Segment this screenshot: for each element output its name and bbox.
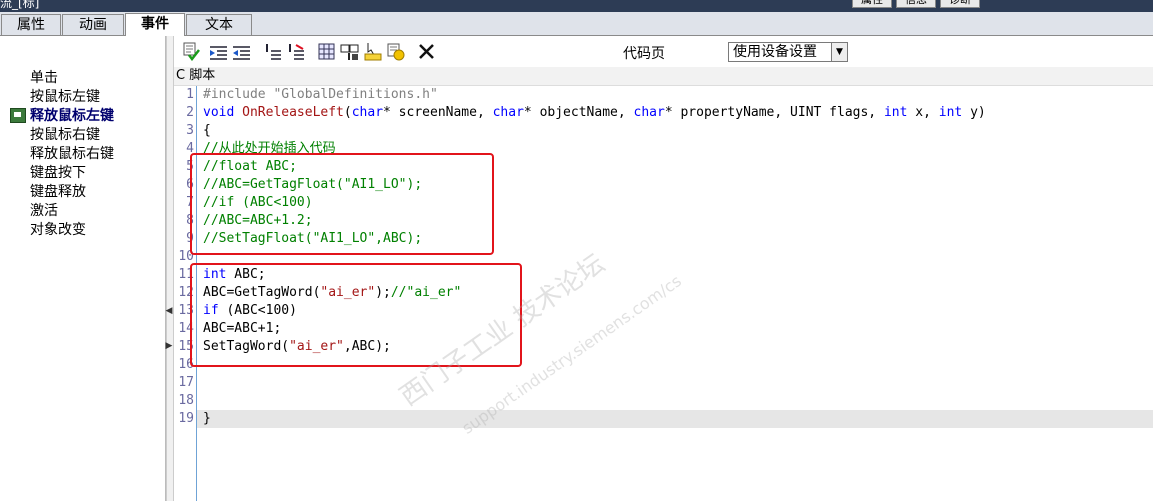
tag-list-icon[interactable] <box>317 42 336 61</box>
event-activate[interactable]: 激活 <box>30 202 58 221</box>
code-token: int <box>938 105 963 120</box>
check-syntax-icon[interactable] <box>182 42 201 61</box>
uncomment-icon[interactable] <box>286 42 305 61</box>
collapse-left-icon[interactable]: ◀ <box>165 306 173 316</box>
line-number: 19 <box>178 411 194 426</box>
annotation-box-commented-code <box>190 153 494 255</box>
code-token: OnReleaseLeft <box>242 105 344 120</box>
code-line-3: { <box>203 123 211 138</box>
event-key-up[interactable]: 键盘释放 <box>30 183 86 202</box>
right-panel-tabs: 属性 信息 诊断 <box>852 0 980 8</box>
line-number: 18 <box>178 393 194 408</box>
line-number: 3 <box>186 123 194 138</box>
outdent-icon[interactable] <box>232 42 251 61</box>
expand-right-icon[interactable]: ▶ <box>165 341 173 351</box>
tab-info-right[interactable]: 信息 <box>896 0 936 8</box>
object-list-icon[interactable] <box>386 42 405 61</box>
code-line-19: } <box>203 411 211 426</box>
function-list-icon[interactable] <box>340 42 359 61</box>
event-release-right[interactable]: 释放鼠标右键 <box>30 145 114 164</box>
code-page-select[interactable]: 使用设备设置 ▼ <box>728 42 848 62</box>
tab-text[interactable]: 文本 <box>186 14 252 35</box>
tab-animation[interactable]: 动画 <box>62 14 124 35</box>
code-token: * objectName, <box>523 105 634 120</box>
tab-diagnostics-right[interactable]: 诊断 <box>940 0 980 8</box>
delete-icon[interactable] <box>417 42 436 61</box>
script-header-label: C 脚本 <box>176 68 216 83</box>
code-page-label: 代码页 <box>623 46 665 62</box>
code-line-2: void OnReleaseLeft(char* screenName, cha… <box>203 104 986 122</box>
code-token: * propertyName, UINT flags, <box>664 105 884 120</box>
code-page-value: 使用设备设置 <box>733 44 817 60</box>
script-list-icon[interactable] <box>363 42 382 61</box>
indent-icon[interactable] <box>209 42 228 61</box>
code-token: char <box>351 105 384 120</box>
line-number: 17 <box>178 375 194 390</box>
code-token: char <box>492 105 524 120</box>
event-object-change[interactable]: 对象改变 <box>30 221 86 240</box>
code-token: int <box>883 105 908 120</box>
window-title: 流_[标] <box>0 0 40 10</box>
code-token: y) <box>962 105 986 120</box>
tab-events[interactable]: 事件 <box>125 13 185 36</box>
tab-properties-right[interactable]: 属性 <box>852 0 892 8</box>
code-token: ( <box>343 105 352 120</box>
editor-toolbar: 代码页 使用设备设置 ▼ <box>174 38 1153 66</box>
event-click[interactable]: 单击 <box>30 69 58 88</box>
code-token: void <box>203 105 235 120</box>
panel-splitter[interactable] <box>166 36 174 501</box>
line-number: 2 <box>186 105 194 120</box>
current-line-highlight <box>197 410 1153 428</box>
event-press-right[interactable]: 按鼠标右键 <box>30 126 100 145</box>
line-number: 1 <box>186 87 194 102</box>
comment-icon[interactable] <box>263 42 282 61</box>
tab-bar: 属性 动画 事件 文本 <box>0 12 1153 36</box>
script-header: C 脚本 <box>174 67 1153 86</box>
event-press-left[interactable]: 按鼠标左键 <box>30 88 100 107</box>
window-title-strip: 流_[标] 属性 信息 诊断 <box>0 0 1153 12</box>
chevron-down-icon[interactable]: ▼ <box>831 43 847 61</box>
code-token: * screenName, <box>383 105 493 120</box>
code-token: x, <box>907 105 939 120</box>
event-release-left[interactable]: 释放鼠标左键 <box>30 107 114 126</box>
code-line-1: #include "GlobalDefinitions.h" <box>203 87 438 102</box>
tab-properties[interactable]: 属性 <box>1 14 61 35</box>
event-list: 单击 按鼠标左键 释放鼠标左键 按鼠标右键 释放鼠标右键 键盘按下 键盘释放 激… <box>0 36 166 501</box>
code-token: char <box>633 105 665 120</box>
script-event-icon <box>10 108 26 123</box>
event-key-down[interactable]: 键盘按下 <box>30 164 86 183</box>
